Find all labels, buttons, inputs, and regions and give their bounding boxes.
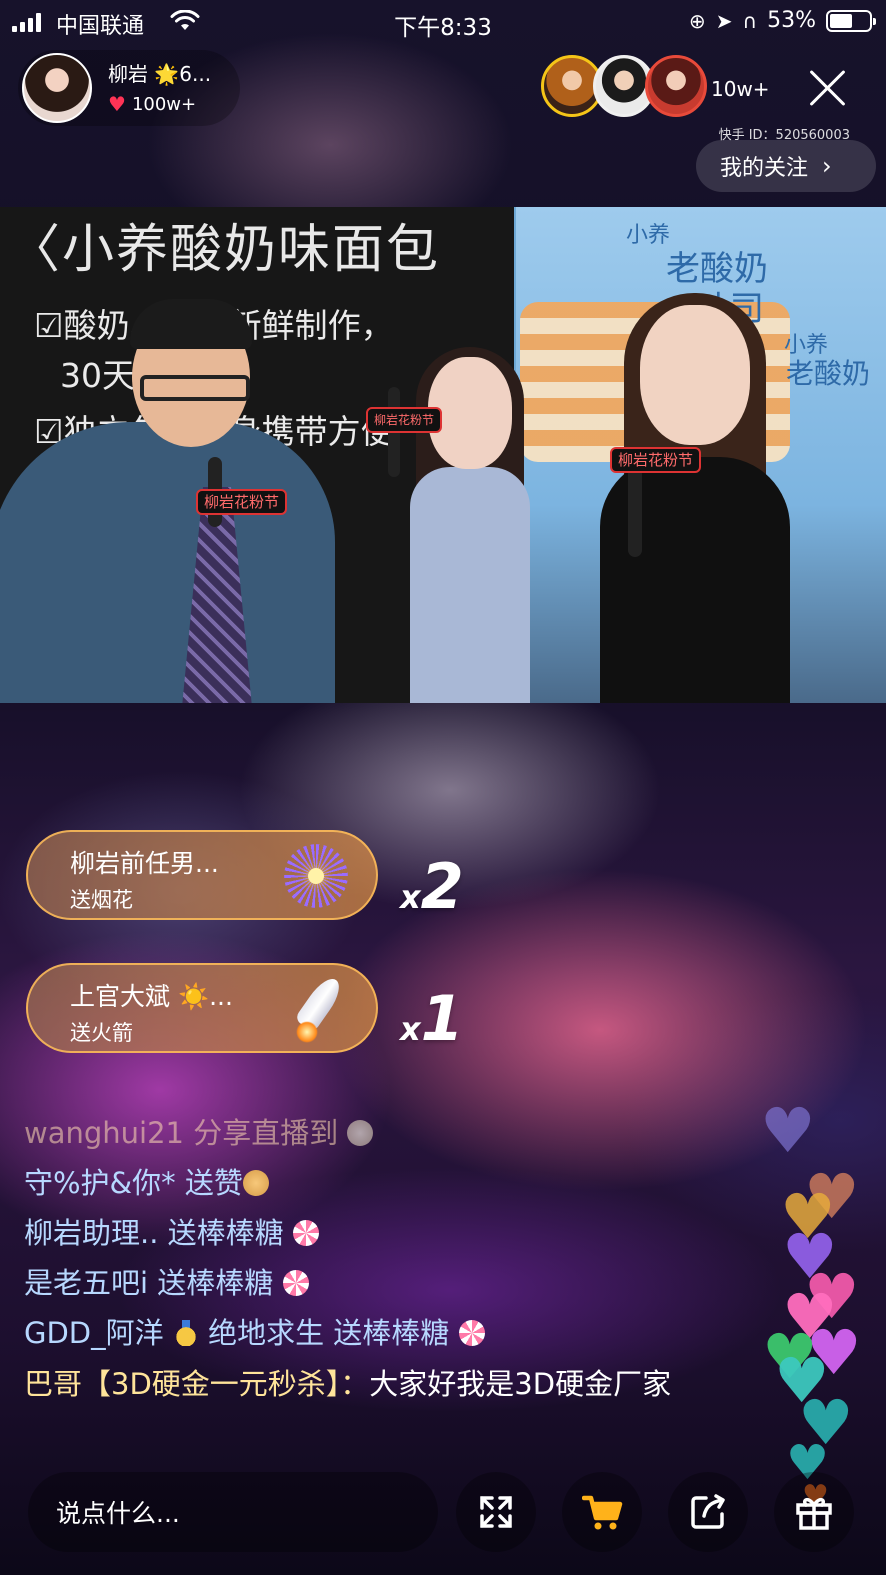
mic-label: 柳岩花粉节 [196,489,288,515]
battery-icon [826,9,876,32]
host-glasses [140,375,250,401]
package-brand: 小养 [626,223,671,248]
gift-button[interactable] [774,1472,854,1552]
heart-icon: ♥ [108,92,126,116]
comment-placeholder: 说点什么... [56,1499,180,1528]
chat-message: 是老五吧i 送棒棒糖 [24,1258,744,1308]
chat-username[interactable]: 巴哥【3D硬金一元秒杀】： [24,1367,369,1401]
gift-sender: 上官大斌 ☀️... [70,982,233,1011]
floating-hearts: ♥ ♥ ♥ ♥ ♥ ♥ ♥ ♥ ♥ ♥ ♥ ♥ [760,1100,880,1515]
battery-percent: 53% [767,8,816,33]
microphone [628,467,642,557]
gift-multiplier: x2 [400,850,464,923]
live-video[interactable]: 〈小养酸奶味面包 ☑酸奶、吐司新鲜制作， 30天常 ☑独立包装随身携带方便 好 … [0,207,886,703]
close-icon[interactable] [806,66,850,110]
lollipop-icon [458,1320,485,1346]
share-button[interactable] [668,1472,748,1552]
chat-message: wanghui21 分享直播到 [24,1108,744,1158]
viewer-count[interactable]: 10w+ [711,77,770,101]
host-figure [0,422,335,703]
gift-notification[interactable]: 上官大斌 ☀️... 送火箭 [26,963,378,1053]
gift-notification[interactable]: 柳岩前任男... 送烟花 [26,830,378,920]
chat-message: 守%护&你* 送赞 [24,1158,744,1208]
location-icon: ➤ [715,8,733,33]
streamer-info[interactable]: 柳岩 🌟6... ♥ 100w+ [18,50,240,126]
streamer-likes: ♥ 100w+ [108,92,196,116]
chevron-right-icon: › [822,152,832,180]
lollipop-icon [292,1220,319,1246]
streamer-face [640,305,750,445]
rotation-lock-icon: ⊕ [688,8,706,33]
firework-core [308,868,324,884]
chat-message: 柳岩助理.. 送棒棒糖 [24,1208,744,1258]
chat-text: 大家好我是3D硬金厂家 [369,1367,672,1401]
fullscreen-button[interactable] [456,1472,536,1552]
cart-icon [582,1495,623,1530]
mic-label: 柳岩花粉节 [610,447,702,473]
my-follows-label: 我的关注 [720,156,809,181]
video-banner-text: 〈小养酸奶味面包 [8,220,441,280]
headphones-icon: ∩ [742,8,758,33]
likes-count: 100w+ [131,93,197,115]
chat-feed[interactable]: wanghui21 分享直播到 守%护&你* 送赞 柳岩助理.. 送棒棒糖 是老… [24,1108,744,1404]
wechat-icon [347,1120,374,1146]
gift-icon [796,1497,832,1530]
expand-icon [480,1496,512,1528]
chat-message: 巴哥【3D硬金一元秒杀】：大家好我是3D硬金厂家 [24,1364,744,1404]
chat-message: GDD_阿洋 绝地求生 送棒棒糖 [24,1308,744,1358]
medal-icon [172,1320,199,1346]
share-icon [691,1494,725,1529]
thumbs-up-icon [242,1170,269,1196]
shop-button[interactable] [562,1472,642,1552]
heart-icon: ♥ [760,1094,816,1167]
guest-figure [410,467,530,703]
status-bar: 中国联通 下午8:33 ⊕ ➤ ∩ 53% [0,0,886,44]
mic-label: 柳岩花粉节 [366,407,443,433]
gift-action: 送火箭 [70,1021,133,1045]
streamer-name: 柳岩 🌟6... [108,62,212,86]
lollipop-icon [282,1270,309,1296]
my-follows-button[interactable]: 我的关注 › [696,140,876,192]
host-hair [130,299,252,349]
rocket-icon [290,971,350,1047]
viewer-avatar[interactable] [645,55,707,117]
package-title: 老酸奶 [786,357,871,390]
streamer-avatar[interactable] [22,53,92,123]
gift-sender: 柳岩前任男... [70,849,219,878]
gift-multiplier: x1 [400,982,464,1055]
gift-action: 送烟花 [70,888,133,912]
comment-input[interactable]: 说点什么... [28,1472,438,1552]
